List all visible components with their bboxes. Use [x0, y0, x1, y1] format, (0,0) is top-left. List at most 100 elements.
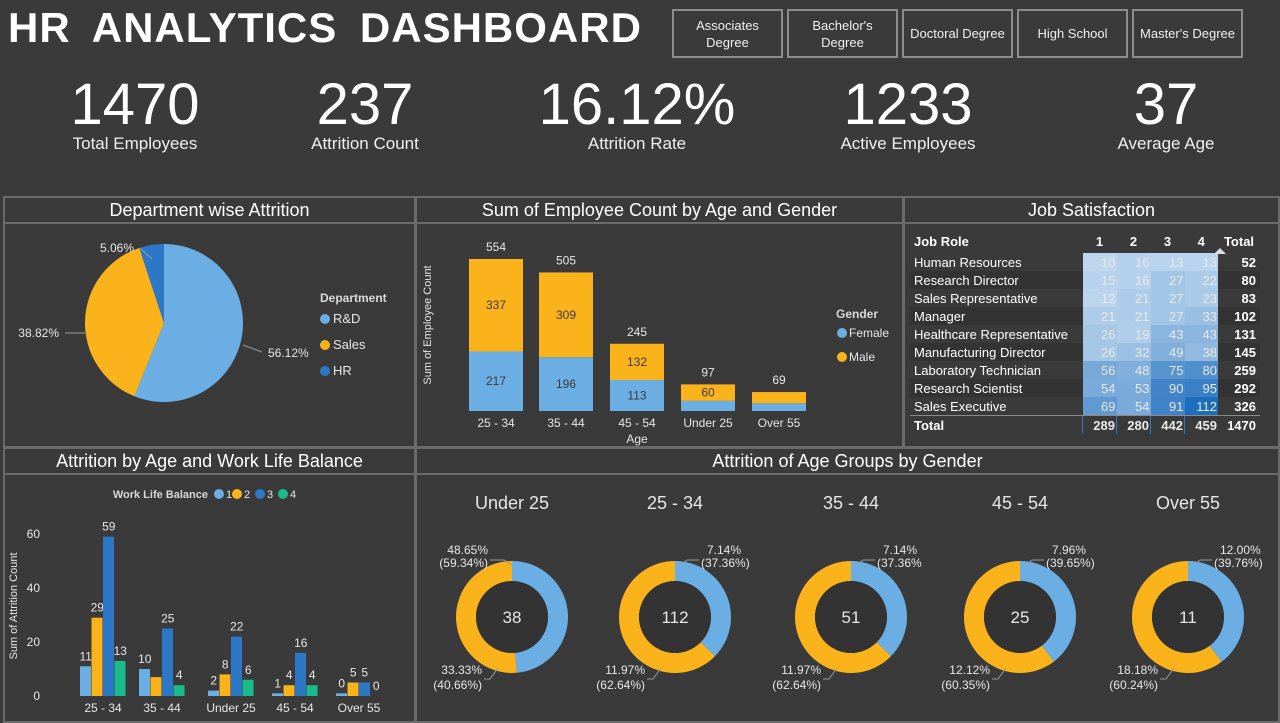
bar-data-label: 0: [373, 679, 380, 693]
bar-total-label: 69: [772, 373, 786, 387]
legend-label: 4: [290, 489, 296, 501]
x-tick-label: 25 - 34: [477, 416, 515, 430]
donut-label-male-pct: (62.64%): [596, 678, 645, 692]
donut-center-value: 25: [1011, 608, 1030, 627]
bar-wlb-1: [272, 693, 283, 696]
bar-wlb-1: [139, 669, 150, 696]
bar-data-label: 5: [350, 666, 357, 680]
bar-wlb-1: [336, 693, 347, 696]
donut-title: 45 - 54: [992, 493, 1048, 513]
donut-label-male: 33.33%: [441, 663, 482, 677]
legend-marker: [837, 328, 847, 338]
bar-data-label: 10: [138, 652, 152, 666]
donut-label-male: 11.97%: [781, 663, 821, 677]
y-tick-label: 20: [27, 635, 41, 649]
x-tick-label: 45 - 54: [276, 701, 314, 715]
bar-wlb-4: [306, 685, 318, 696]
bar-data-label: 59: [102, 520, 116, 534]
donut-title: Over 55: [1156, 493, 1220, 513]
donut-label-female-pct: (37.36%): [701, 556, 750, 570]
bar-data-label: 13: [114, 644, 128, 658]
bar-segment-female: [681, 400, 735, 411]
donut-center-value: 112: [661, 608, 688, 627]
sort-indicator-icon: [1214, 248, 1226, 254]
legend-label: 1: [226, 489, 232, 501]
legend-marker: [320, 366, 330, 376]
bar-wlb-3: [295, 652, 306, 696]
bar-total-label: 245: [627, 325, 647, 339]
x-tick-label: 35 - 44: [143, 701, 181, 715]
bar-data-label: 309: [556, 308, 576, 322]
donut-label-male-pct: (62.64%): [772, 678, 821, 692]
bar-wlb-3: [162, 628, 173, 696]
bar-data-label: 16: [294, 636, 308, 650]
donut-label-female: 7.14%: [883, 543, 917, 557]
bar-data-label: 1: [274, 676, 281, 690]
bar-wlb-2: [150, 677, 162, 696]
bar-wlb-3: [359, 682, 370, 696]
bar-wlb-3: [103, 536, 114, 696]
bar-wlb-2: [91, 617, 103, 696]
bar-total-label: 554: [486, 240, 506, 254]
legend-title: Department: [320, 291, 387, 305]
bar-data-label: 25: [161, 612, 175, 626]
donut-label-male-pct: (40.66%): [433, 678, 482, 692]
x-tick-label: 45 - 54: [618, 416, 656, 430]
bar-data-label: 8: [222, 657, 229, 671]
bar-segment-female: [752, 403, 806, 411]
legend-title: Work Life Balance: [113, 489, 208, 501]
bar-data-label: 113: [627, 388, 646, 402]
donut-label-male-pct: (60.35%): [941, 678, 990, 692]
bar-wlb-1: [80, 666, 91, 696]
bar-total-label: 97: [701, 365, 715, 379]
donut-label-male: 11.97%: [605, 663, 645, 677]
donut-label-female-pct: (59.34%): [439, 556, 488, 570]
x-tick-label: Under 25: [206, 701, 256, 715]
y-axis-label: Sum of Employee Count: [422, 265, 434, 384]
donut-center-value: 51: [842, 608, 861, 627]
legend-marker: [320, 340, 330, 350]
legend-marker: [232, 489, 242, 499]
legend-marker: [214, 489, 224, 499]
bar-data-label: 60: [701, 386, 715, 400]
donut-label-male: 12.12%: [949, 663, 990, 677]
donut-label-female: 7.14%: [707, 543, 741, 557]
donut-title: Under 25: [475, 493, 549, 513]
bar-data-label: 337: [486, 298, 506, 312]
bar-wlb-2: [219, 674, 231, 696]
legend-label: R&D: [333, 311, 360, 326]
x-tick-label: Under 25: [683, 416, 733, 430]
bar-data-label: 2: [210, 674, 217, 688]
bar-wlb-2: [283, 685, 295, 696]
pie-data-label: 5.06%: [100, 241, 134, 255]
donut-label-male-pct: (60.24%): [1109, 678, 1158, 692]
x-tick-label: 35 - 44: [547, 416, 585, 430]
bar-wlb-2: [347, 682, 359, 696]
bar-total-label: 505: [556, 253, 576, 267]
charts-canvas: 56.12%38.82%5.06%DepartmentR&DSalesHR217…: [8, 240, 1263, 715]
bar-data-label: 5: [361, 666, 368, 680]
x-axis-label: Age: [626, 432, 648, 446]
y-axis-label: Sum of Attrition Count: [8, 553, 20, 660]
bar-data-label: 22: [230, 620, 244, 634]
bar-data-label: 6: [245, 663, 252, 677]
donut-label-female: 7.96%: [1052, 543, 1086, 557]
donut-center-value: 38: [503, 608, 522, 627]
legend-label: Sales: [333, 337, 366, 352]
bar-segment-male: [752, 392, 806, 404]
bar-data-label: 29: [91, 601, 105, 615]
bar-data-label: 132: [627, 355, 647, 369]
legend-title: Gender: [836, 307, 878, 321]
donut-center-value: 11: [1179, 608, 1197, 627]
legend-marker: [837, 352, 847, 362]
x-tick-label: 25 - 34: [84, 701, 122, 715]
y-tick-label: 0: [33, 689, 40, 703]
bar-data-label: 4: [176, 668, 183, 682]
bar-wlb-3: [231, 636, 242, 696]
donut-title: 25 - 34: [647, 493, 703, 513]
bar-data-label: 217: [486, 374, 506, 388]
pie-data-label: 56.12%: [268, 346, 309, 360]
leader-line: [242, 344, 263, 353]
bar-wlb-4: [114, 660, 126, 696]
legend-marker: [278, 489, 288, 499]
